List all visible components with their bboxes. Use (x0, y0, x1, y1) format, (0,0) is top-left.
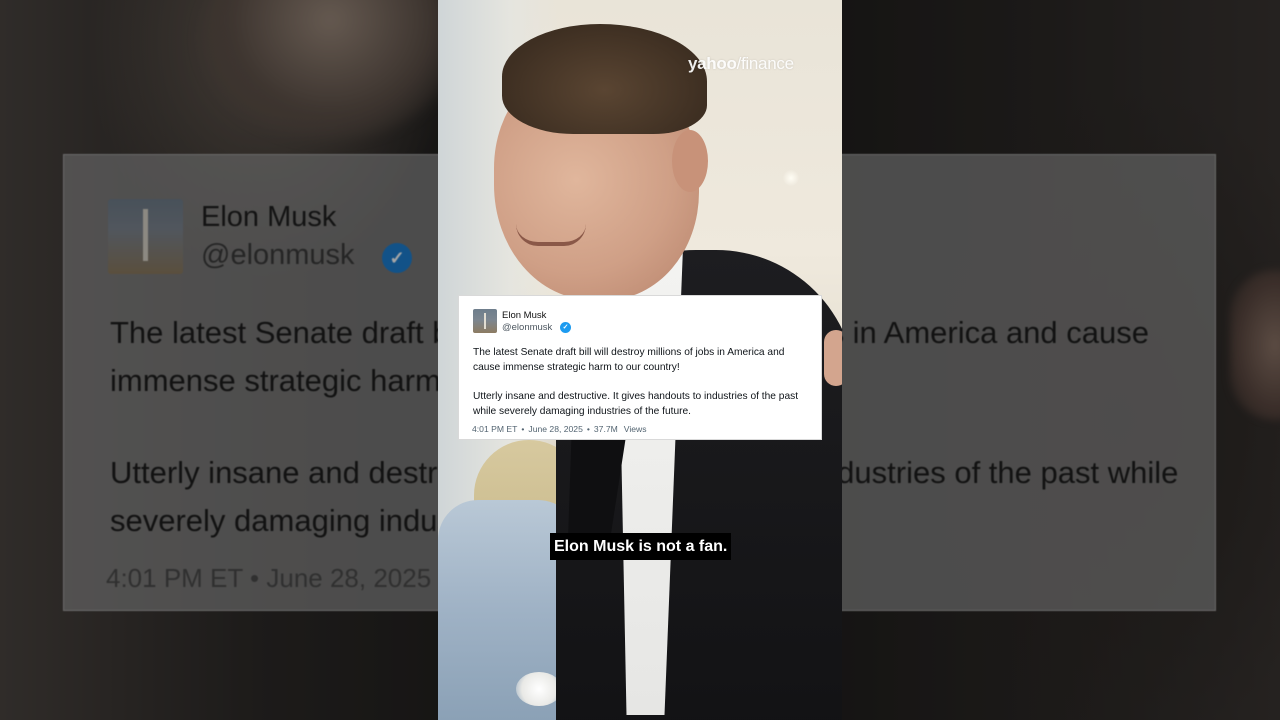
views-label: Views (623, 424, 647, 434)
yahoo-finance-watermark: yahoo/finance (688, 54, 794, 74)
tweet-paragraph-1: The latest Senate draft bill will destro… (473, 347, 785, 373)
watermark-brand: yahoo (688, 54, 737, 73)
views-count: 37.7M (593, 424, 618, 434)
tweet-time[interactable]: 4:01 PM ET (472, 424, 517, 434)
verified-badge-icon: ✓ (560, 322, 571, 333)
author-name[interactable]: Elon Musk (502, 310, 546, 321)
meta-separator: • (586, 424, 590, 434)
author-avatar[interactable] (473, 309, 497, 333)
watermark-section: finance (741, 54, 794, 73)
tweet-card[interactable]: Elon Musk @elonmusk ✓ The latest Senate … (458, 295, 822, 440)
tweet-paragraph-2: Utterly insane and destructive. It gives… (473, 391, 799, 417)
author-handle[interactable]: @elonmusk (502, 322, 552, 333)
subtitle-caption: Elon Musk is not a fan. (550, 533, 732, 560)
meta-separator: • (521, 424, 525, 434)
tweet-meta: 4:01 PM ET • June 28, 2025 • 37.7M Views (472, 424, 647, 434)
tweet-date[interactable]: June 28, 2025 (528, 424, 582, 434)
ear (672, 130, 708, 192)
hand (824, 330, 842, 386)
hair (502, 24, 707, 134)
smile (516, 224, 586, 246)
